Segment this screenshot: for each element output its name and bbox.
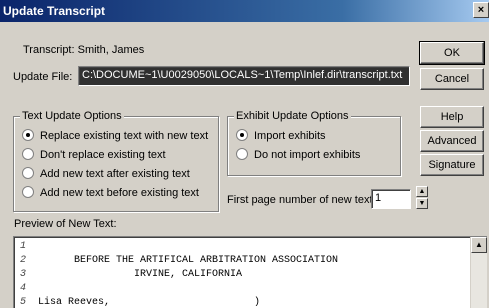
radio-button-icon xyxy=(236,129,248,141)
line-number: 4 xyxy=(20,283,27,294)
radio-button-icon xyxy=(236,148,248,160)
cancel-button[interactable]: Cancel xyxy=(420,68,484,90)
first-page-value: 1 xyxy=(375,192,382,204)
radio-dont-replace-text[interactable]: Don't replace existing text xyxy=(22,148,166,161)
spin-down-icon[interactable]: ▼ xyxy=(416,198,428,209)
line-text: BEFORE THE ARTIFICAL ARBITRATION ASSOCIA… xyxy=(38,255,339,266)
exhibit-update-options-group: Exhibit Update Options Import exhibits D… xyxy=(227,110,401,176)
line-number: 3 xyxy=(20,269,27,280)
ok-button[interactable]: OK xyxy=(419,41,485,65)
preview-line: 3 IRVINE, CALIFORNIA xyxy=(20,269,242,280)
preview-line: 5 Lisa Reeves, ) xyxy=(20,297,260,308)
radio-label: Import exhibits xyxy=(254,130,326,142)
update-file-label: Update File: xyxy=(13,71,73,83)
radio-label: Do not import exhibits xyxy=(254,149,361,161)
radio-button-icon xyxy=(22,148,34,160)
radio-replace-text[interactable]: Replace existing text with new text xyxy=(22,129,208,142)
window-title: Update Transcript xyxy=(3,4,106,18)
radio-label: Add new text after existing text xyxy=(40,168,190,180)
first-page-input[interactable]: 1 xyxy=(371,189,411,209)
preview-line: 4 xyxy=(20,283,38,294)
first-page-label: First page number of new text: xyxy=(227,194,376,206)
transcript-label: Transcript: Smith, James xyxy=(23,44,145,56)
scroll-up-arrow-icon[interactable]: ▲ xyxy=(471,237,487,253)
radio-button-icon xyxy=(22,186,34,198)
line-number: 2 xyxy=(20,255,27,266)
advanced-button[interactable]: Advanced xyxy=(420,130,484,152)
exhibit-update-options-legend: Exhibit Update Options xyxy=(234,110,351,122)
radio-label: Replace existing text with new text xyxy=(40,130,209,142)
help-button[interactable]: Help xyxy=(420,106,484,128)
radio-label: Don't replace existing text xyxy=(40,149,166,161)
preview-text-area[interactable]: 1 2 BEFORE THE ARTIFICAL ARBITRATION ASS… xyxy=(13,236,487,308)
spin-up-icon[interactable]: ▲ xyxy=(416,186,428,197)
signature-button[interactable]: Signature xyxy=(420,154,484,176)
text-update-options-legend: Text Update Options xyxy=(20,110,124,122)
preview-label: Preview of New Text: xyxy=(14,218,117,230)
line-text: Lisa Reeves, ) xyxy=(38,297,261,308)
radio-label: Add new text before existing text xyxy=(40,187,199,199)
preview-line: 2 BEFORE THE ARTIFICAL ARBITRATION ASSOC… xyxy=(20,255,338,266)
line-number: 5 xyxy=(20,297,27,308)
radio-do-not-import-exhibits[interactable]: Do not import exhibits xyxy=(236,148,360,161)
radio-add-after[interactable]: Add new text after existing text xyxy=(22,167,190,180)
update-file-value: C:\DOCUME~1\U0029050\LOCALS~1\Temp\Inlef… xyxy=(82,69,403,81)
close-icon[interactable]: × xyxy=(473,2,489,18)
preview-scrollbar[interactable]: ▲ xyxy=(470,237,487,308)
text-update-options-group: Text Update Options Replace existing tex… xyxy=(13,110,219,212)
radio-button-icon xyxy=(22,129,34,141)
line-text: IRVINE, CALIFORNIA xyxy=(38,269,243,280)
line-number: 1 xyxy=(20,241,27,252)
radio-button-icon xyxy=(22,167,34,179)
radio-import-exhibits[interactable]: Import exhibits xyxy=(236,129,326,142)
radio-add-before[interactable]: Add new text before existing text xyxy=(22,186,199,199)
update-file-field[interactable]: C:\DOCUME~1\U0029050\LOCALS~1\Temp\Inlef… xyxy=(78,66,410,86)
title-bar: Update Transcript × xyxy=(0,0,489,22)
preview-line: 1 xyxy=(20,241,38,252)
